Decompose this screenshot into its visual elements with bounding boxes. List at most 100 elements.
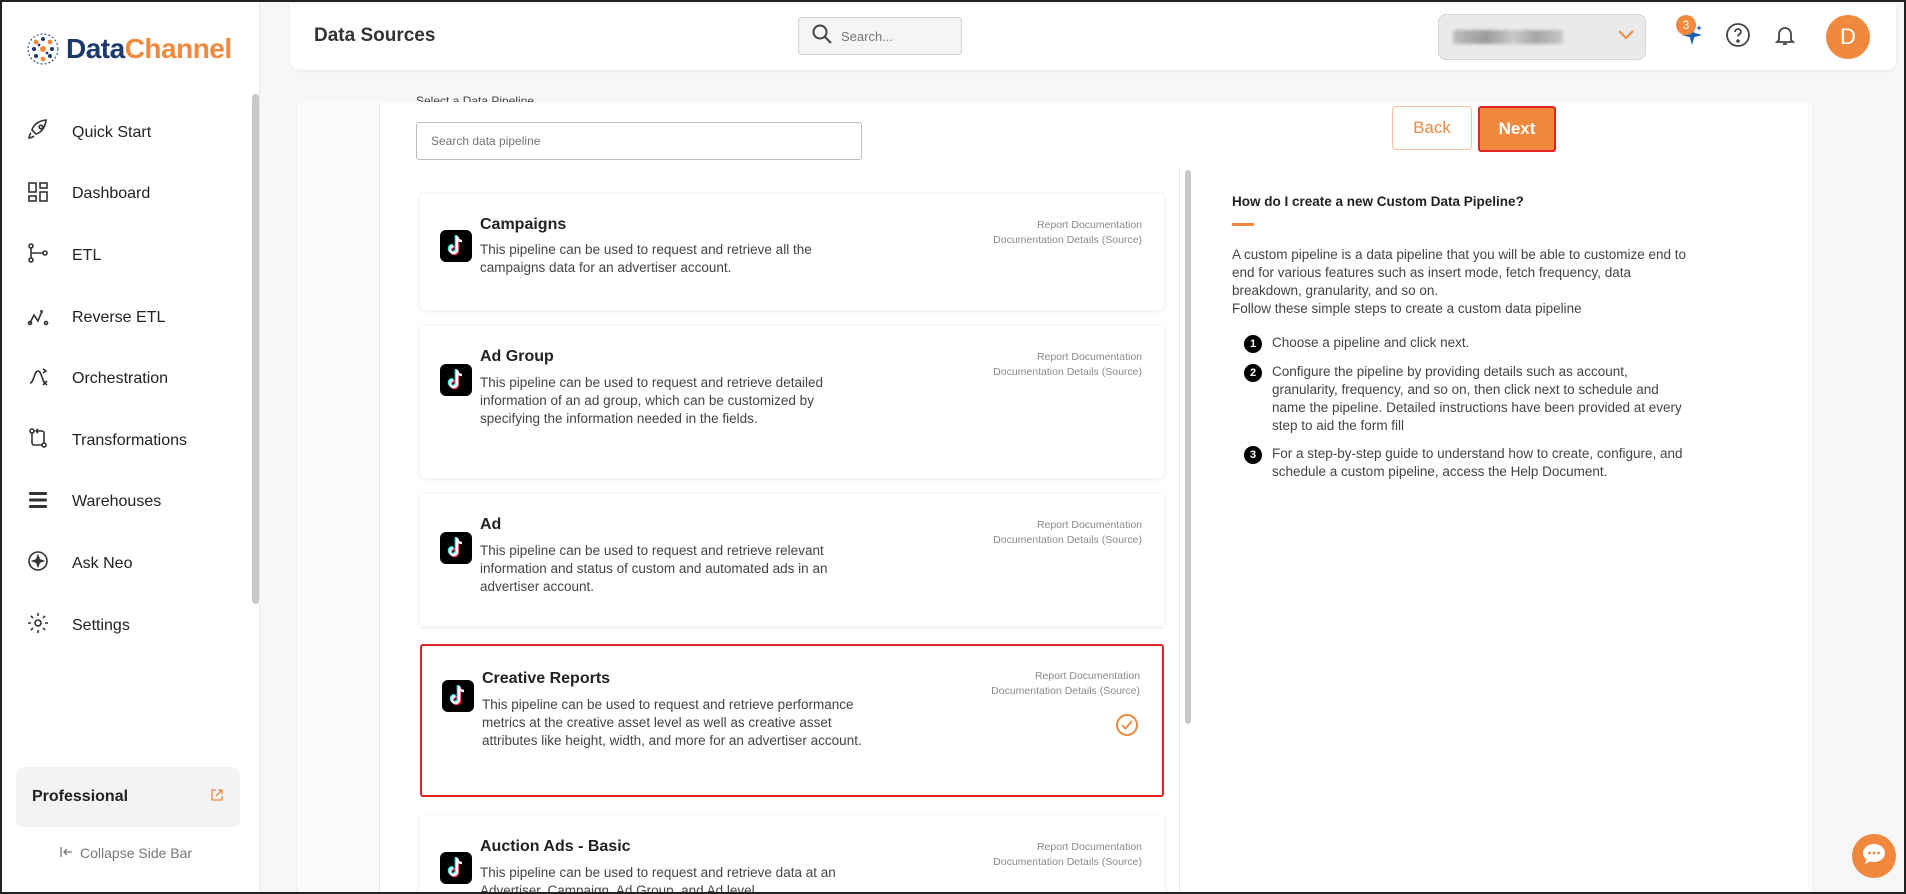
sidebar-item-quick-start[interactable]: Quick Start: [2, 102, 252, 164]
sidebar-item-label: Quick Start: [72, 123, 152, 141]
pipeline-title: Ad Group: [480, 348, 554, 365]
help-button[interactable]: [1724, 22, 1752, 53]
user-avatar[interactable]: D: [1826, 15, 1870, 59]
plan-label: Professional: [32, 788, 129, 805]
logo-text-channel: Channel: [124, 33, 232, 64]
pipeline-selection-panel: Select a Data Pipeline Back Next Campaig…: [379, 94, 1807, 892]
section-label: Select a Data Pipeline: [416, 94, 535, 102]
sidebar-item-label: Ask Neo: [72, 554, 133, 572]
sidebar-item-transformations[interactable]: Transformations: [2, 410, 252, 472]
collapse-arrow-icon: [60, 845, 74, 861]
logo-text-data: Data: [66, 33, 125, 64]
sidebar-item-dashboard[interactable]: Dashboard: [2, 164, 252, 226]
documentation-details-link[interactable]: Documentation Details (Source): [993, 365, 1142, 380]
pipeline-card-campaigns[interactable]: Campaigns This pipeline can be used to r…: [420, 194, 1164, 310]
pipeline-title: Auction Ads - Basic: [480, 838, 631, 855]
pipeline-description: This pipeline can be used to request and…: [480, 375, 823, 426]
pipeline-title: Ad: [480, 516, 502, 533]
sidebar-item-label: Transformations: [72, 431, 187, 449]
sidebar-item-label: Reverse ETL: [72, 308, 166, 326]
reverse-etl-icon: [26, 303, 50, 332]
help-step: 3 For a step-by-step guide to understand…: [1244, 445, 1702, 481]
sidebar-item-label: Warehouses: [72, 493, 162, 511]
chat-button[interactable]: [1852, 834, 1896, 878]
help-question: How do I create a new Custom Data Pipeli…: [1232, 194, 1524, 209]
sidebar-item-etl[interactable]: ETL: [2, 225, 252, 287]
pipeline-search-input[interactable]: [416, 122, 862, 160]
dashboard-icon: [26, 180, 50, 209]
sidebar-item-settings[interactable]: Settings: [2, 595, 252, 657]
help-follow: Follow these simple steps to create a cu…: [1232, 301, 1582, 316]
sparkle-icon: [26, 549, 50, 578]
selected-check-icon: [1116, 714, 1138, 736]
step-number: 1: [1244, 335, 1262, 353]
sidebar-item-label: ETL: [72, 246, 102, 264]
pipeline-description: This pipeline can be used to request and…: [480, 865, 836, 892]
rocket-icon: [26, 118, 50, 147]
gear-icon: [26, 611, 50, 640]
pipeline-title: Creative Reports: [482, 670, 611, 687]
tiktok-icon: [440, 532, 472, 564]
step-text: Configure the pipeline by providing deta…: [1272, 364, 1682, 433]
sidebar: DataChannel Quick Start Dashboard ETL Re…: [2, 2, 260, 892]
pipeline-card-auction-ads-basic[interactable]: Auction Ads - Basic This pipeline can be…: [420, 816, 1164, 892]
report-documentation-link[interactable]: Report Documentation: [993, 218, 1142, 233]
step-number: 2: [1244, 364, 1262, 382]
help-steps: 1 Choose a pipeline and click next. 2 Co…: [1232, 334, 1702, 481]
report-documentation-link[interactable]: Report Documentation: [993, 840, 1142, 855]
tiktok-icon: [440, 230, 472, 262]
collapse-sidebar-button[interactable]: Collapse Side Bar: [60, 845, 192, 861]
pipeline-list-scrollbar[interactable]: [1185, 170, 1191, 724]
pipeline-description: This pipeline can be used to request and…: [480, 242, 812, 275]
warehouses-icon: [26, 488, 50, 517]
tiktok-icon: [440, 852, 472, 884]
sidebar-item-ask-neo[interactable]: Ask Neo: [2, 533, 252, 595]
sidebar-item-label: Dashboard: [72, 185, 151, 203]
notification-count-badge: 3: [1676, 15, 1696, 35]
step-number: 3: [1244, 446, 1262, 464]
documentation-details-link[interactable]: Documentation Details (Source): [993, 233, 1142, 248]
sidebar-item-label: Orchestration: [72, 370, 169, 388]
help-intro: A custom pipeline is a data pipeline tha…: [1232, 247, 1687, 298]
pipeline-description: This pipeline can be used to request and…: [480, 543, 828, 594]
sidebar-scrollbar[interactable]: [252, 94, 259, 604]
pipeline-card-creative-reports[interactable]: Creative Reports This pipeline can be us…: [420, 644, 1164, 797]
top-header: Data Sources 3 D: [290, 4, 1896, 70]
datachannel-logo-icon: [26, 32, 60, 66]
main-content: Select a Data Pipeline Back Next Campaig…: [296, 94, 1814, 892]
help-circle-icon: [1725, 22, 1751, 53]
help-accent-bar: [1232, 223, 1254, 226]
pipeline-card-ad-group[interactable]: Ad Group This pipeline can be used to re…: [420, 326, 1164, 478]
step-text: For a step-by-step guide to understand h…: [1272, 446, 1683, 479]
help-step: 2 Configure the pipeline by providing de…: [1244, 363, 1702, 435]
search-icon: [811, 23, 833, 50]
orchestration-icon: [26, 365, 50, 394]
tiktok-icon: [442, 680, 474, 712]
sidebar-item-reverse-etl[interactable]: Reverse ETL: [2, 287, 252, 349]
documentation-details-link[interactable]: Documentation Details (Source): [993, 533, 1142, 548]
pipeline-list: Campaigns This pipeline can be used to r…: [380, 168, 1180, 892]
search-input[interactable]: [841, 28, 951, 44]
report-documentation-link[interactable]: Report Documentation: [993, 518, 1142, 533]
report-documentation-link[interactable]: Report Documentation: [991, 669, 1140, 684]
sidebar-item-orchestration[interactable]: Orchestration: [2, 348, 252, 410]
global-search[interactable]: [798, 17, 962, 55]
transformations-icon: [26, 426, 50, 455]
external-link-icon[interactable]: [210, 788, 224, 807]
documentation-details-link[interactable]: Documentation Details (Source): [993, 855, 1142, 870]
sidebar-nav: Quick Start Dashboard ETL Reverse ETL Or…: [2, 102, 252, 656]
documentation-details-link[interactable]: Documentation Details (Source): [991, 684, 1140, 699]
sidebar-item-warehouses[interactable]: Warehouses: [2, 472, 252, 534]
logo[interactable]: DataChannel: [26, 32, 232, 66]
pipeline-card-ad[interactable]: Ad This pipeline can be used to request …: [420, 494, 1164, 626]
help-step: 1 Choose a pipeline and click next.: [1244, 334, 1702, 353]
chevron-down-icon: [1617, 28, 1635, 46]
workspace-select[interactable]: [1438, 14, 1646, 60]
notifications-button[interactable]: [1771, 23, 1799, 51]
plan-card[interactable]: Professional: [16, 767, 240, 827]
next-button[interactable]: Next: [1478, 106, 1556, 152]
back-button[interactable]: Back: [1392, 106, 1472, 150]
step-text: Choose a pipeline and click next.: [1272, 335, 1470, 350]
report-documentation-link[interactable]: Report Documentation: [993, 350, 1142, 365]
collapse-label: Collapse Side Bar: [80, 845, 193, 861]
